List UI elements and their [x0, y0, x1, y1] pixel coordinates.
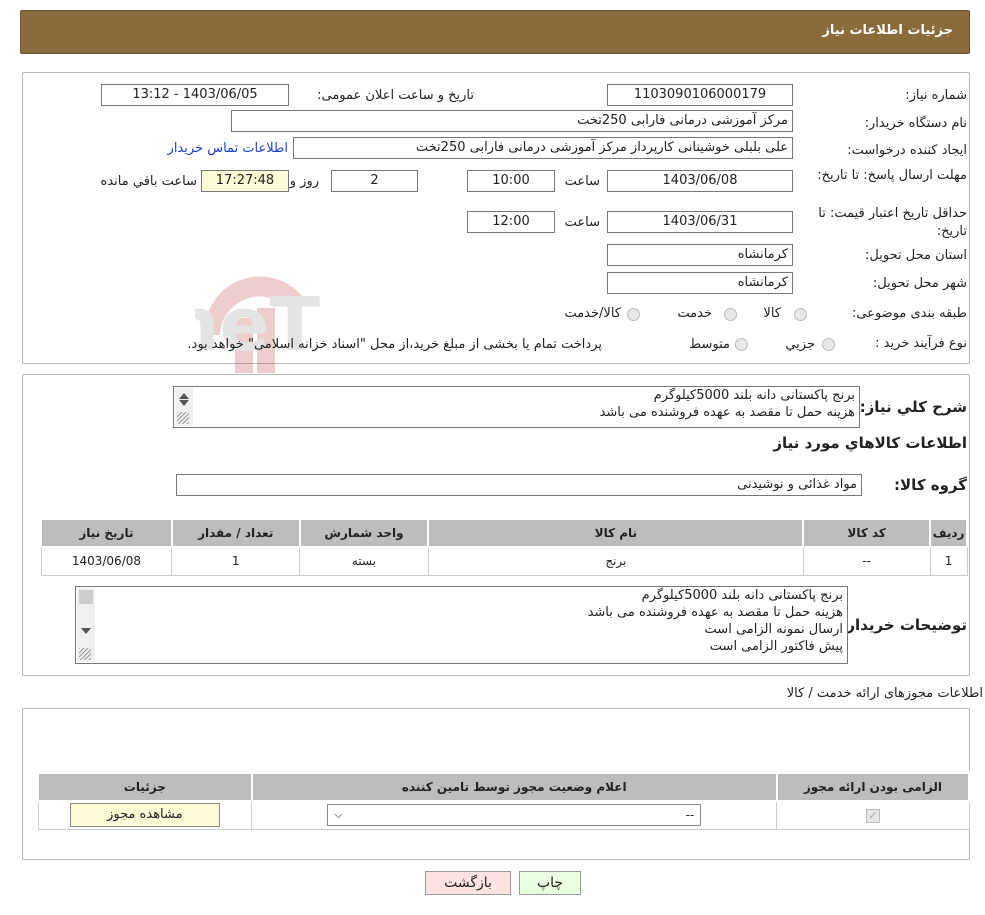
remaining-time-field: 17:27:48: [201, 170, 289, 192]
scroll-thumb[interactable]: [79, 590, 93, 604]
contact-buyer-link[interactable]: اطلاعات تماس خریدار: [168, 141, 288, 156]
days-field: 2: [331, 170, 418, 192]
table-row: 1 -- برنج بسته 1 1403/06/08: [40, 546, 968, 576]
deadline-time-label: ساعت: [564, 174, 600, 189]
scroll-down-icon[interactable]: [81, 628, 91, 634]
goods-table: رديف كد كالا نام كالا واحد شمارش تعداد /…: [40, 518, 968, 576]
resize-grip-icon[interactable]: [79, 648, 91, 660]
deadline-label: مهلت ارسال پاسخ: تا تاریخ:: [817, 168, 967, 183]
col-need-date: تاريخ نياز: [40, 518, 173, 548]
col-permit-details: جزئیات: [37, 772, 253, 802]
page-title: جزئیات اطلاعات نیاز: [822, 23, 953, 38]
process-radio-medium[interactable]: [735, 338, 748, 351]
process-option-medium: متوسط: [689, 337, 730, 352]
need-number-field: 1103090106000179: [607, 84, 793, 106]
permits-table: الزامی بودن ارائه مجوز اعلام وضعیت مجوز …: [37, 772, 971, 830]
chevron-down-icon: ⌵: [334, 808, 343, 822]
cell-quantity: 1: [171, 546, 301, 576]
col-goods-name: نام كالا: [427, 518, 805, 548]
announce-label: تاریخ و ساعت اعلان عمومی:: [317, 88, 474, 103]
print-button[interactable]: چاپ: [519, 871, 581, 895]
permits-table-header: الزامی بودن ارائه مجوز اعلام وضعیت مجوز …: [37, 772, 971, 802]
table-row: ✓ -- ⌵ مشاهده مجوز: [37, 800, 970, 830]
permit-required-checkbox[interactable]: ✓: [865, 808, 880, 823]
buyer-org-field: مرکز آموزشی درمانی فارابی 250تخت: [231, 110, 793, 132]
deadline-date-field: 1403/06/08: [607, 170, 793, 192]
buyer-note-line: ارسال نمونه الزامی است: [704, 622, 843, 637]
buyer-notes-textarea[interactable]: برنج پاکستانی دانه بلند 5000کیلوگرم هزین…: [75, 586, 848, 664]
category-radio-goods-service[interactable]: [627, 308, 640, 321]
cell-permit-details: مشاهده مجوز: [37, 800, 253, 830]
buyer-note-line: هزینه حمل تا مقصد به عهده فروشنده می باش…: [587, 605, 843, 620]
view-permit-button[interactable]: مشاهده مجوز: [69, 803, 220, 828]
col-permit-required: الزامی بودن ارائه مجوز: [775, 772, 971, 802]
buyer-note-line: برنج پاکستانی دانه بلند 5000کیلوگرم: [641, 588, 843, 603]
validity-label: حداقل تاریخ اعتبار قیمت: تا تاریخ:: [818, 206, 967, 239]
description-label: شرح كلي نياز:: [859, 398, 967, 416]
goods-section-title: اطلاعات كالاهاي مورد نياز: [773, 434, 967, 452]
category-option-service: خدمت: [677, 306, 712, 321]
col-row-number: رديف: [929, 518, 968, 548]
permit-status-value: --: [685, 808, 695, 823]
process-option-small: جزيي: [785, 337, 815, 352]
city-label: شهر محل تحویل:: [872, 276, 967, 291]
announce-field: 1403/06/05 - 13:12: [101, 84, 289, 106]
back-button[interactable]: بازگشت: [425, 871, 511, 895]
resize-grip-icon[interactable]: [177, 412, 189, 424]
scroll-down-icon[interactable]: [179, 400, 189, 406]
buyer-note-line: پیش فاکتور الزامی است: [709, 639, 843, 654]
category-label: طبقه بندی موضوعی:: [851, 306, 967, 321]
process-label: نوع فرآیند خرید :: [875, 336, 967, 351]
creator-field: علی بلبلی خوشینانی کارپرداز مرکز آموزشی …: [293, 137, 793, 159]
goods-table-header: رديف كد كالا نام كالا واحد شمارش تعداد /…: [40, 518, 968, 548]
description-textarea[interactable]: برنج پاکستانی دانه بلند 5000کیلوگرم هزین…: [173, 386, 860, 428]
need-number-label: شماره نیاز:: [905, 88, 967, 103]
province-label: استان محل تحویل:: [865, 248, 967, 263]
buyer-org-label: نام دستگاه خریدار:: [864, 116, 967, 131]
validity-time-field: 12:00: [467, 211, 555, 233]
page-header: جزئیات اطلاعات نیاز: [20, 10, 970, 54]
city-field: کرمانشاه: [607, 272, 793, 294]
days-label: روز و: [289, 174, 319, 189]
col-permit-status: اعلام وضعیت مجوز توسط تامین کننده: [250, 772, 778, 802]
cell-goods-code: --: [802, 546, 931, 576]
buyer-notes-label: توضيحات خريدار:: [840, 616, 967, 634]
col-unit: واحد شمارش: [298, 518, 430, 548]
category-option-goods: کالا: [763, 306, 781, 321]
description-line: هزینه حمل تا مقصد به عهده فروشنده می باش…: [599, 405, 855, 420]
goods-group-field: مواد غذائی و نوشیدنی: [176, 474, 862, 496]
col-quantity: تعداد / مقدار: [170, 518, 301, 548]
goods-group-label: گروه كالا:: [894, 476, 967, 494]
province-field: کرمانشاه: [607, 244, 793, 266]
remaining-label: ساعت باقي مانده: [100, 174, 197, 189]
cell-goods-name: برنج: [427, 546, 804, 576]
category-option-goods-service: کالا/خدمت: [564, 306, 621, 321]
buyer-notes-scrollbar[interactable]: [77, 588, 95, 662]
description-line: برنج پاکستانی دانه بلند 5000کیلوگرم: [653, 388, 855, 403]
cell-need-date: 1403/06/08: [40, 546, 173, 576]
permit-status-select[interactable]: -- ⌵: [327, 804, 702, 827]
category-radio-goods[interactable]: [794, 308, 807, 321]
process-note: پرداخت تمام یا بخشی از مبلغ خرید،از محل …: [187, 337, 602, 352]
creator-label: ایجاد کننده درخواست:: [847, 143, 967, 158]
category-radio-service[interactable]: [724, 308, 737, 321]
process-radio-small[interactable]: [822, 338, 835, 351]
cell-permit-required: ✓: [776, 800, 970, 830]
validity-date-field: 1403/06/31: [607, 211, 793, 233]
col-goods-code: كد كالا: [802, 518, 932, 548]
description-scrollbar[interactable]: [175, 388, 193, 426]
cell-row-number: 1: [929, 546, 968, 576]
cell-permit-status: -- ⌵: [251, 800, 778, 830]
cell-unit: بسته: [299, 546, 429, 576]
permits-title: اطلاعات مجوزهای ارائه خدمت / کالا: [786, 686, 983, 701]
deadline-time-field: 10:00: [467, 170, 555, 192]
validity-time-label: ساعت: [564, 215, 600, 230]
scroll-up-icon[interactable]: [179, 393, 189, 399]
